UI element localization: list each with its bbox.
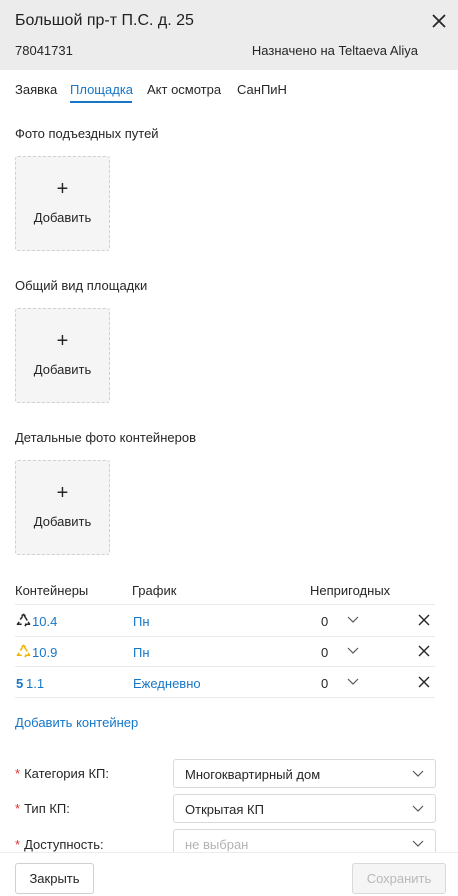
- page-title: Большой пр-т П.С. д. 25: [15, 12, 194, 29]
- chevron-down-icon: [412, 840, 424, 847]
- unusable-count: 0: [321, 676, 329, 691]
- table-divider: [15, 666, 435, 667]
- save-button[interactable]: Сохранить: [352, 863, 446, 894]
- assigned-to: Назначено на Teltaeva Aliya: [251, 43, 418, 58]
- approach-photos-label: Фото подъездных путей: [15, 126, 159, 141]
- close-button[interactable]: Закрыть: [15, 863, 94, 894]
- upload-label: Добавить: [33, 210, 92, 225]
- container-schedule[interactable]: Ежедневно: [133, 676, 201, 691]
- close-icon[interactable]: [428, 10, 450, 32]
- upload-label: Добавить: [33, 362, 92, 377]
- type-value: Открытая КП: [185, 802, 264, 817]
- category-label: * Категория КП:: [15, 766, 109, 781]
- container-schedule[interactable]: Пн: [133, 645, 150, 660]
- unusable-count: 0: [321, 645, 329, 660]
- tab-request[interactable]: Заявка: [15, 82, 57, 97]
- remove-icon[interactable]: [418, 614, 430, 626]
- request-id: 78041731: [15, 43, 73, 58]
- table-row: 10.4 Пн 0: [15, 606, 435, 636]
- container-number[interactable]: 1.1: [26, 676, 44, 691]
- container-number[interactable]: 10.4: [32, 614, 57, 629]
- chevron-down-icon: [412, 770, 424, 777]
- add-container-link[interactable]: Добавить контейнер: [15, 715, 138, 730]
- table-row: 10.9 Пн 0: [15, 637, 435, 667]
- container-photos-label: Детальные фото контейнеров: [15, 430, 196, 445]
- tab-site[interactable]: Площадка: [70, 82, 133, 97]
- upload-label: Добавить: [33, 514, 92, 529]
- chevron-down-icon: [412, 805, 424, 812]
- active-tab-indicator: [70, 101, 132, 103]
- plus-icon: +: [56, 482, 69, 504]
- chevron-down-icon[interactable]: [346, 615, 360, 625]
- container-schedule[interactable]: Пн: [133, 614, 150, 629]
- container-number[interactable]: 10.9: [32, 645, 57, 660]
- recycle-yellow-icon: [16, 644, 31, 658]
- category-value: Многоквартирный дом: [185, 767, 321, 782]
- container-photos-upload[interactable]: + Добавить: [15, 460, 110, 555]
- tab-sanpin[interactable]: СанПиН: [237, 82, 287, 97]
- container-type-number: 5: [16, 676, 24, 691]
- remove-icon[interactable]: [418, 645, 430, 657]
- table-divider: [15, 697, 435, 698]
- chevron-down-icon[interactable]: [346, 677, 360, 687]
- type-select[interactable]: Открытая КП: [173, 794, 436, 823]
- chevron-down-icon[interactable]: [346, 646, 360, 656]
- unusable-count: 0: [321, 614, 329, 629]
- availability-placeholder: не выбран: [185, 837, 249, 852]
- plus-icon: +: [56, 178, 69, 200]
- type-label: * Тип КП:: [15, 801, 70, 816]
- general-view-label: Общий вид площадки: [15, 278, 148, 293]
- table-row: 5 1.1 Ежедневно 0: [15, 668, 435, 698]
- col-header-unusable: Непригодных: [310, 583, 391, 598]
- panel-footer: Закрыть Сохранить: [0, 852, 458, 896]
- panel-header: Большой пр-т П.С. д. 25 78041731 Назначе…: [0, 0, 458, 70]
- general-view-upload[interactable]: + Добавить: [15, 308, 110, 403]
- tab-inspection-act[interactable]: Акт осмотра: [147, 82, 221, 97]
- plus-icon: +: [56, 330, 69, 352]
- approach-photos-upload[interactable]: + Добавить: [15, 156, 110, 251]
- category-select[interactable]: Многоквартирный дом: [173, 759, 436, 788]
- remove-icon[interactable]: [418, 676, 430, 688]
- availability-label: * Доступность:: [15, 837, 104, 852]
- col-header-containers: Контейнеры: [15, 583, 89, 598]
- col-header-schedule: График: [132, 583, 177, 598]
- table-divider: [15, 604, 435, 605]
- recycle-black-icon: [16, 613, 31, 627]
